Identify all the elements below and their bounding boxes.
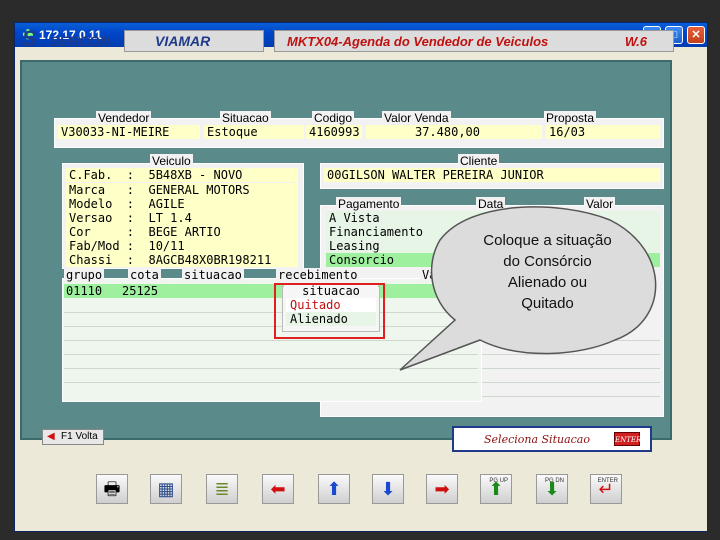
arrow-right-icon: ➡: [434, 479, 450, 499]
calculator-icon: ▦: [157, 479, 175, 499]
veiculo-marca: Marca : GENERAL MOTORS: [66, 183, 298, 197]
version-label: W.6: [624, 34, 647, 49]
f1-back-button[interactable]: ◀ F1 Volta: [42, 429, 104, 445]
valor-label: Valor: [584, 197, 616, 211]
situacao-header: situacao: [182, 268, 244, 282]
veiculo-versao: Versao : LT 1.4: [66, 211, 298, 225]
cliente-label: Cliente: [458, 154, 500, 168]
grid-line: [64, 368, 478, 369]
enter-icon: ENTER: [614, 432, 641, 446]
proposta-field[interactable]: 16/03: [546, 125, 660, 139]
status-message: Seleciona Situacao ENTER: [452, 426, 652, 452]
veiculo-fabmod: Fab/Mod : 10/11: [66, 239, 298, 253]
page-down-button[interactable]: ⬇ PG DN: [536, 474, 568, 504]
page-up-button[interactable]: ⬆ PG UP: [480, 474, 512, 504]
arrow-down-button[interactable]: ⬇: [372, 474, 404, 504]
veiculo-chassi: Chassi : 8AGCB48X0BR198211: [66, 253, 298, 267]
pagamento-label: Pagamento: [336, 197, 402, 211]
grid-line: [64, 382, 478, 383]
grid-line: [64, 354, 478, 355]
arrow-up-icon: ⬆: [326, 479, 342, 499]
grid-line: [64, 340, 478, 341]
list-icon: ≣: [214, 479, 230, 499]
veiculo-cor: Cor : BEGE ARTIO: [66, 225, 298, 239]
grid-line: [64, 326, 478, 327]
situacao-label: Situacao: [220, 111, 271, 125]
data-label: Data: [476, 197, 506, 211]
arrow-left-icon: ⬅: [270, 479, 286, 499]
codigo-field[interactable]: 4160993: [306, 125, 362, 139]
proposta-label: Proposta: [544, 111, 597, 125]
veiculo-cfab: C.Fab. : 5B48XB - NOVO: [66, 168, 298, 182]
recebimento-header: recebimento: [276, 268, 360, 282]
list-button[interactable]: ≣: [206, 474, 238, 504]
tooltip-text: Coloque a situação do Consórcio Alienado…: [483, 232, 612, 312]
arrow-left-button[interactable]: ⬅: [262, 474, 294, 504]
calculator-button[interactable]: ▦: [150, 474, 182, 504]
arrow-up-button[interactable]: ⬆: [318, 474, 350, 504]
close-button[interactable]: ✕: [687, 26, 705, 44]
valor-header: Va: [420, 268, 439, 282]
cota-cell: 25125: [122, 284, 159, 298]
veiculo-label: Veiculo: [150, 154, 193, 168]
grid-line: [64, 312, 478, 313]
highlight-box: [274, 283, 385, 339]
arrow-right-button[interactable]: ➡: [426, 474, 458, 504]
cliente-field[interactable]: 00GILSON WALTER PEREIRA JUNIOR: [324, 168, 660, 182]
printer-icon: 🖶: [103, 479, 121, 499]
veiculo-modelo: Modelo : AGILE: [66, 197, 298, 211]
back-arrow-icon: ◀: [47, 431, 55, 442]
close-icon: ✕: [691, 29, 701, 41]
screen-title: MKTX04-Agenda do Vendedor de Veiculos W.…: [274, 30, 674, 52]
vendedor-label: Vendedor: [96, 111, 152, 125]
cota-header: cota: [128, 268, 161, 282]
pagamento-a-vista[interactable]: A Vista: [326, 211, 660, 225]
situacao-field[interactable]: Estoque: [204, 125, 304, 139]
enter-button[interactable]: ↵ ENTER: [590, 474, 622, 504]
grupo-cell: 01110: [66, 284, 103, 298]
sercon-logo: S SERCON: [22, 26, 110, 51]
printer-button[interactable]: 🖶: [96, 474, 128, 504]
valor-venda-label: Valor Venda: [382, 111, 451, 125]
grupo-header: grupo: [64, 268, 105, 282]
arrow-down-icon: ⬇: [380, 479, 396, 499]
codigo-label: Codigo: [312, 111, 355, 125]
vendedor-field[interactable]: V30033-NI-MEIRE: [58, 125, 200, 139]
company-name: VIAMAR: [124, 30, 264, 52]
valor-venda-field[interactable]: 37.480,00: [366, 125, 542, 139]
